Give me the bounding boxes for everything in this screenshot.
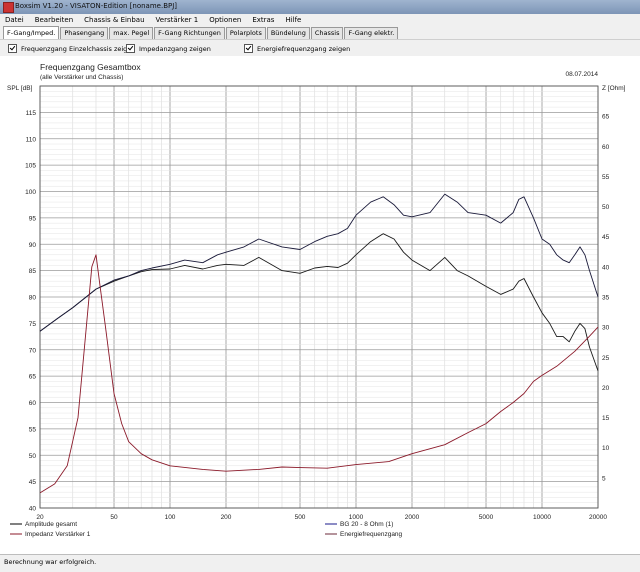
app-icon (3, 2, 14, 13)
legend-label: Amplitude gesamt (25, 521, 77, 528)
legend-label: BG 20 - 8 Ohm (1) (340, 521, 393, 528)
y-right-tick-label: 15 (602, 415, 610, 422)
tab-buendelung[interactable]: Bündelung (266, 27, 310, 39)
menu-verstaerker-1[interactable]: Verstärker 1 (151, 16, 205, 24)
chart-title: Frequenzgang Gesamtbox (40, 62, 141, 72)
frequency-response-chart: 20 50 100 200 500 1000 2000 5000 10000 20000 40 45 5… (7, 62, 626, 538)
window-titlebar: Boxsim V1.20 - VISATON-Edition [noname.B… (0, 0, 640, 14)
menu-datei[interactable]: Datei (0, 16, 30, 24)
tab-fgang-imped[interactable]: F-Gang/Imped. (3, 26, 60, 39)
x-tick-label: 1000 (349, 514, 364, 521)
einzelchassis-checkbox[interactable] (8, 44, 17, 53)
chart-subtitle: (alle Verstärker und Chassis) (40, 74, 123, 81)
y-right-tick-label: 55 (602, 174, 610, 181)
y-right-tick-label: 60 (602, 144, 610, 151)
chart-grid (39, 85, 599, 509)
y-right-tick-label: 35 (602, 295, 610, 302)
tab-phasengang[interactable]: Phasengang (60, 27, 109, 39)
x-tick-label: 20000 (589, 514, 607, 521)
y-left-tick-label: 85 (29, 268, 37, 275)
x-tick-label: 10000 (533, 514, 551, 521)
option-einzelchassis[interactable]: Frequenzgang Einzelchassis zeigen (8, 44, 135, 53)
menu-optionen[interactable]: Optionen (204, 16, 247, 24)
x-tick-label: 100 (165, 514, 176, 521)
energie-label: Energiefrequenzgang zeigen (257, 44, 351, 53)
options-bar: Frequenzgang Einzelchassis zeigen Impeda… (0, 39, 640, 56)
energie-checkbox[interactable] (244, 44, 253, 53)
y-right-tick-label: 50 (602, 204, 610, 211)
y-left-tick-label: 105 (25, 163, 36, 170)
y-left-tick-label: 95 (29, 215, 37, 222)
x-tick-label: 200 (221, 514, 232, 521)
chart-axes: 20 50 100 200 500 1000 2000 5000 10000 20000 40 45 5… (25, 85, 610, 521)
y-right-tick-label: 65 (602, 114, 610, 121)
y-right-tick-label: 40 (602, 264, 610, 271)
chart-area: 20 50 100 200 500 1000 2000 5000 10000 20000 40 45 5… (0, 56, 640, 554)
chart-date: 08.07.2014 (565, 71, 598, 78)
legend-label: Energiefrequenzgang (340, 531, 403, 538)
x-tick-label: 20 (36, 514, 44, 521)
legend-label: Impedanz Verstärker 1 (25, 531, 91, 538)
einzelchassis-label: Frequenzgang Einzelchassis zeigen (21, 44, 136, 53)
y-left-tick-label: 65 (29, 374, 37, 381)
y-left-tick-label: 75 (29, 321, 37, 328)
impedanz-checkbox[interactable] (126, 44, 135, 53)
impedanz-label: Impedanzgang zeigen (139, 44, 211, 53)
y-left-tick-label: 110 (26, 136, 37, 143)
chart-legend: Amplitude gesamt Impedanz Verstärker 1 BG … (10, 521, 403, 538)
x-tick-label: 5000 (479, 514, 494, 521)
menu-extras[interactable]: Extras (247, 16, 280, 24)
y-left-tick-label: 40 (29, 506, 37, 513)
left-axis-label: SPL [dB] (7, 85, 33, 92)
status-text: Berechnung war erfolgreich. (4, 558, 97, 566)
right-axis-label: Z [Ohm] (602, 85, 626, 92)
tab-max-pegel[interactable]: max. Pegel (109, 27, 154, 39)
menu-hilfe[interactable]: Hilfe (280, 16, 307, 24)
menu-chassis-einbau[interactable]: Chassis & Einbau (79, 16, 150, 24)
tab-chassis[interactable]: Chassis (310, 27, 344, 39)
y-right-tick-label: 10 (602, 445, 610, 452)
y-left-tick-label: 50 (29, 453, 37, 460)
y-left-tick-label: 90 (29, 242, 37, 249)
y-left-tick-label: 55 (29, 426, 37, 433)
tab-bar: F-Gang/Imped. Phasengang max. Pegel F-Ga… (0, 26, 640, 39)
y-right-tick-label: 25 (602, 355, 610, 362)
tab-fgang-elektr[interactable]: F-Gang elektr. (344, 27, 399, 39)
y-left-tick-label: 60 (29, 400, 37, 407)
menu-bearbeiten[interactable]: Bearbeiten (30, 16, 79, 24)
x-tick-label: 50 (110, 514, 118, 521)
series-line (39, 193, 599, 332)
y-right-tick-label: 45 (602, 234, 610, 241)
status-bar: Berechnung war erfolgreich. (0, 554, 640, 572)
option-impedanz[interactable]: Impedanzgang zeigen (126, 44, 211, 53)
y-right-tick-label: 5 (602, 475, 606, 482)
y-left-tick-label: 100 (25, 189, 36, 196)
y-left-tick-label: 45 (29, 479, 37, 486)
y-right-tick-label: 20 (602, 385, 610, 392)
tab-fgang-richtungen[interactable]: F-Gang Richtungen (154, 27, 225, 39)
tab-polarplots[interactable]: Polarplots (225, 27, 266, 39)
y-left-tick-label: 80 (29, 295, 37, 302)
y-left-tick-label: 115 (26, 110, 37, 117)
option-energie[interactable]: Energiefrequenzgang zeigen (244, 44, 350, 53)
window-title: Boxsim V1.20 - VISATON-Edition [noname.B… (15, 2, 178, 10)
y-right-tick-label: 30 (602, 325, 610, 332)
series-line (39, 254, 599, 494)
x-tick-label: 500 (295, 514, 306, 521)
x-tick-label: 2000 (405, 514, 420, 521)
y-left-tick-label: 70 (29, 347, 37, 354)
